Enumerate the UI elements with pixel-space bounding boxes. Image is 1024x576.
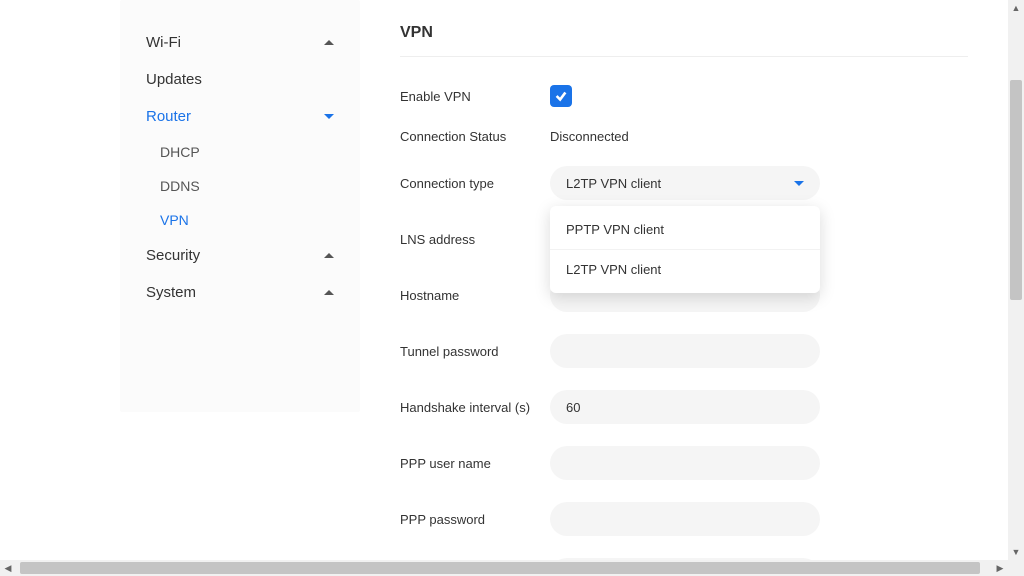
connection-type-label: Connection type [400, 176, 550, 191]
page-title: VPN [400, 24, 968, 57]
horizontal-scroll-thumb[interactable] [20, 562, 980, 574]
sidebar-item-ddns[interactable]: DDNS [152, 169, 340, 203]
connection-status-value: Disconnected [550, 129, 629, 144]
scroll-down-arrow-icon[interactable]: ▼ [1008, 544, 1024, 560]
lns-address-label: LNS address [400, 232, 550, 247]
enable-vpn-label: Enable VPN [400, 89, 550, 104]
sidebar-item-label: Security [146, 247, 200, 264]
row-ppp-user-name: PPP user name [400, 446, 968, 480]
hostname-label: Hostname [400, 288, 550, 303]
row-ppp-password: PPP password [400, 502, 968, 536]
check-icon [554, 89, 568, 103]
handshake-interval-label: Handshake interval (s) [400, 400, 550, 415]
sidebar-item-wifi[interactable]: Wi-Fi [140, 24, 340, 61]
chevron-down-icon [794, 181, 804, 186]
connection-type-select[interactable]: L2TP VPN client [550, 166, 820, 200]
connection-type-option-l2tp[interactable]: L2TP VPN client [550, 249, 820, 289]
sidebar-submenu-router: DHCP DDNS VPN [140, 135, 340, 237]
enable-vpn-checkbox[interactable] [550, 85, 572, 107]
sidebar-item-label: System [146, 284, 196, 301]
ppp-password-input[interactable] [566, 512, 804, 527]
handshake-interval-input-wrap [550, 390, 820, 424]
sidebar-item-system[interactable]: System [140, 274, 340, 311]
chevron-up-icon [324, 253, 334, 258]
scroll-right-arrow-icon[interactable]: ▶ [992, 560, 1008, 576]
chevron-up-icon [324, 290, 334, 295]
horizontal-scrollbar[interactable]: ◀ ▶ [0, 560, 1008, 576]
row-connection-status: Connection Status Disconnected [400, 129, 968, 144]
row-handshake-interval: Handshake interval (s) [400, 390, 968, 424]
sidebar-item-updates[interactable]: Updates [140, 61, 340, 98]
scroll-corner [1008, 560, 1024, 576]
connection-status-label: Connection Status [400, 129, 550, 144]
ppp-password-input-wrap [550, 502, 820, 536]
vertical-scrollbar[interactable]: ▲ ▼ [1008, 0, 1024, 560]
scroll-up-arrow-icon[interactable]: ▲ [1008, 0, 1024, 16]
ppp-user-name-label: PPP user name [400, 456, 550, 471]
tunnel-password-input-wrap [550, 334, 820, 368]
row-enable-vpn: Enable VPN [400, 85, 968, 107]
tunnel-password-input[interactable] [566, 344, 804, 359]
ppp-user-name-input[interactable] [566, 456, 804, 471]
connection-type-dropdown: PPTP VPN client L2TP VPN client [550, 206, 820, 293]
chevron-down-icon [324, 114, 334, 119]
sidebar-item-dhcp[interactable]: DHCP [152, 135, 340, 169]
sidebar-item-label: Wi-Fi [146, 34, 181, 51]
connection-type-option-pptp[interactable]: PPTP VPN client [550, 210, 820, 249]
ppp-user-name-input-wrap [550, 446, 820, 480]
sidebar-item-security[interactable]: Security [140, 237, 340, 274]
chevron-up-icon [324, 40, 334, 45]
main-content: VPN Enable VPN Connection Status Disconn… [360, 0, 1008, 560]
sidebar-item-label: Updates [146, 71, 202, 88]
sidebar-item-vpn[interactable]: VPN [152, 203, 340, 237]
sidebar-item-router[interactable]: Router [140, 98, 340, 135]
ppp-password-label: PPP password [400, 512, 550, 527]
row-tunnel-password: Tunnel password [400, 334, 968, 368]
connection-type-value: L2TP VPN client [566, 176, 661, 191]
sidebar: Wi-Fi Updates Router DHCP DDNS VPN Secur… [120, 0, 360, 412]
tunnel-password-label: Tunnel password [400, 344, 550, 359]
row-connection-type: Connection type L2TP VPN client PPTP VPN… [400, 166, 968, 200]
handshake-interval-input[interactable] [566, 400, 804, 415]
scroll-left-arrow-icon[interactable]: ◀ [0, 560, 16, 576]
sidebar-item-label: Router [146, 108, 191, 125]
vertical-scroll-thumb[interactable] [1010, 80, 1022, 300]
